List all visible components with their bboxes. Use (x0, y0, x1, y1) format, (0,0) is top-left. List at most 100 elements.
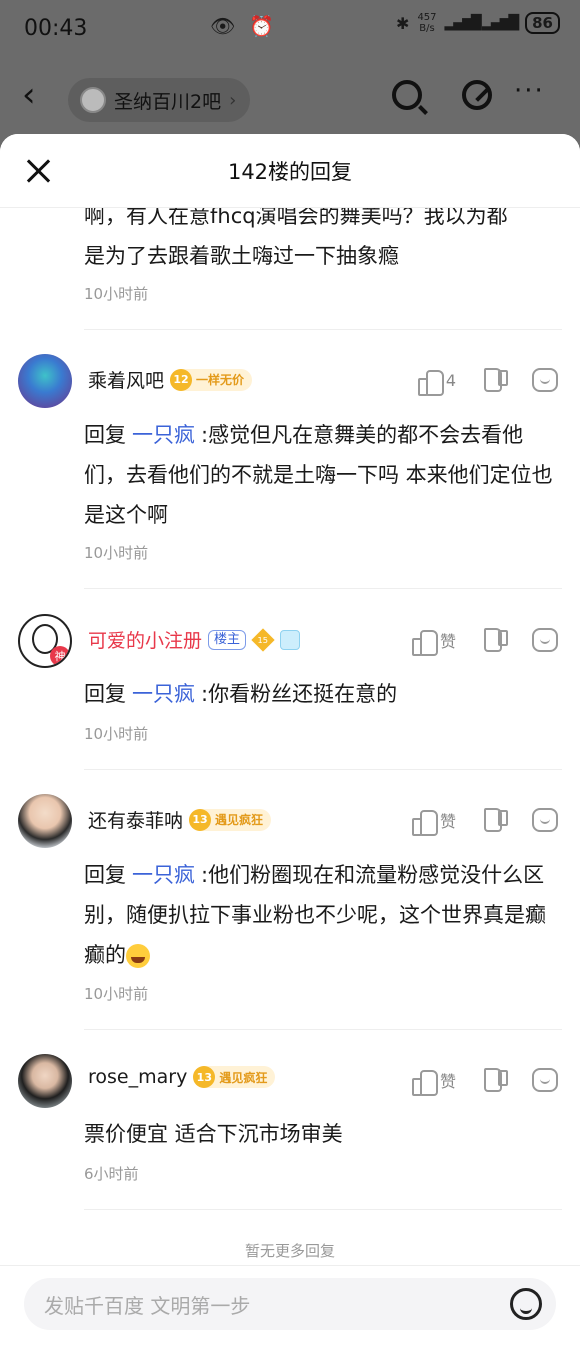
speed-value: 457 (417, 12, 437, 23)
comment-time: 10小时前 (84, 544, 149, 562)
comment-username[interactable]: 乘着风吧 12 一样无价 (88, 366, 253, 393)
dislike-button[interactable] (482, 628, 508, 652)
comment-body: 回复 一只疯:他们粉圈现在和流量粉感觉没什么区别，随便扒拉下事业粉也不少呢，这个世… (84, 855, 558, 975)
thumbs-up-icon (411, 808, 438, 836)
comment-icon (532, 628, 558, 652)
divider (84, 1029, 562, 1030)
comment-actions: 赞 (386, 1068, 558, 1096)
comment-text: :你看粉丝还挺在意的 (201, 682, 398, 706)
forum-header: ‹ 圣纳百川2吧 › ··· (0, 62, 580, 132)
reply-input-bar: 发贴千百度 文明第一步 (0, 1265, 580, 1345)
avatar[interactable] (18, 1054, 72, 1108)
like-button[interactable]: 4 (417, 368, 456, 396)
comment-actions: 赞 (386, 808, 558, 836)
comment-icon (532, 1068, 558, 1092)
divider (84, 329, 562, 330)
level-number: 12 (170, 368, 193, 391)
forum-avatar (80, 87, 106, 113)
comment-time: 10小时前 (84, 985, 149, 1003)
mention-link[interactable]: 一只疯 (132, 863, 195, 887)
comment-body: 回复 一只疯:感觉但凡在意舞美的都不会去看他们，去看他们的不就是土嗨一下吗 本来他… (84, 415, 558, 535)
username-text: 还有泰菲呐 (88, 810, 184, 832)
network-speed: 457 B/s (417, 12, 436, 34)
search-icon[interactable] (392, 80, 422, 110)
comment-username[interactable]: 可爱的小注册 楼主 15 (88, 626, 301, 653)
bluetooth-icon: ✱ (396, 13, 410, 33)
level-number: 13 (193, 1066, 216, 1088)
emoji-icon[interactable] (510, 1288, 542, 1320)
eye-icon: 👁 (210, 14, 236, 38)
reply-button[interactable] (532, 368, 558, 392)
thumbs-down-icon (482, 808, 508, 832)
back-icon[interactable]: ‹ (22, 78, 36, 112)
laughing-emoji-icon (126, 944, 150, 968)
chevron-right-icon: › (229, 89, 237, 111)
comment-icon (532, 368, 558, 392)
like-button[interactable]: 赞 (411, 1068, 456, 1096)
reply-button[interactable] (532, 1068, 558, 1092)
status-time: 00:43 (24, 15, 88, 41)
forum-name: 圣纳百川2吧 (114, 90, 222, 113)
level-badge: 12 一样无价 (170, 368, 253, 391)
username-text: 可爱的小注册 (88, 630, 203, 652)
thumbs-down-icon (482, 1068, 508, 1092)
sheet-header-overlay: 142楼的回复 (0, 134, 580, 208)
reply-list: 啊，有人在意fhcq演唱会的舞美吗？我以为都 是为了去跟着歌土嗨过一下抽象瘾 1… (0, 134, 580, 1264)
no-more-replies: 暂无更多回复 (244, 1242, 335, 1260)
like-button[interactable]: 赞 (411, 628, 456, 656)
comment-body: 票价便宜 适合下沉市场审美 (84, 1122, 343, 1146)
level-title: 遇见疯狂 (215, 813, 264, 827)
reply-input[interactable]: 发贴千百度 文明第一步 (24, 1278, 556, 1330)
reply-button[interactable] (532, 808, 558, 832)
comment-actions: 4 (392, 368, 558, 396)
truncated-line-2: 是为了去跟着歌土嗨过一下抽象瘾 (84, 244, 399, 268)
avatar-badge: 神 (50, 646, 70, 666)
like-label: 赞 (439, 632, 456, 651)
comment-time: 10小时前 (84, 285, 149, 303)
thumbs-down-icon (482, 628, 508, 652)
divider (84, 588, 562, 589)
avatar[interactable] (18, 794, 72, 848)
avatar[interactable]: 神 (18, 614, 72, 668)
level-title: 遇见疯狂 (219, 1070, 268, 1085)
level-badge: 15 (251, 627, 275, 652)
like-count: 4 (445, 370, 456, 390)
level-number: 13 (189, 808, 212, 831)
more-icon[interactable]: ··· (514, 76, 545, 106)
reply-prefix: 回复 (84, 423, 126, 447)
comment-username[interactable]: 还有泰菲呐 13 遇见疯狂 (88, 806, 272, 833)
thumbs-up-icon (411, 1068, 438, 1096)
reply-prefix: 回复 (84, 682, 126, 706)
divider (84, 769, 562, 770)
dislike-button[interactable] (482, 1068, 508, 1092)
thumbs-down-icon (482, 368, 508, 392)
signal-icon: ▂▄▆█ ▂▄▆█ (444, 15, 520, 31)
comment-time: 6小时前 (84, 1165, 139, 1183)
input-placeholder: 发贴千百度 文明第一步 (44, 1293, 251, 1318)
forum-pill[interactable]: 圣纳百川2吧 › (68, 78, 251, 122)
comment-username[interactable]: rose_mary 13 遇见疯狂 (88, 1066, 276, 1088)
diamond-icon (280, 629, 301, 650)
level-title: 一样无价 (196, 373, 245, 387)
reply-prefix: 回复 (84, 863, 126, 887)
level-badge: 13 遇见疯狂 (189, 808, 272, 831)
edit-icon[interactable] (462, 80, 492, 110)
owner-tag: 楼主 (208, 629, 247, 650)
like-label: 赞 (439, 1072, 456, 1091)
truncated-comment-text: 啊，有人在意fhcq演唱会的舞美吗？我以为都 是为了去跟着歌土嗨过一下抽象瘾 (84, 196, 558, 276)
comment-body: 回复 一只疯:你看粉丝还挺在意的 (84, 674, 558, 714)
dislike-button[interactable] (482, 368, 508, 392)
dislike-button[interactable] (482, 808, 508, 832)
battery-indicator: 86 (525, 12, 560, 34)
like-button[interactable]: 赞 (411, 808, 456, 836)
mention-link[interactable]: 一只疯 (132, 423, 195, 447)
comment-icon (532, 808, 558, 832)
thumbs-up-icon (411, 628, 438, 656)
reply-button[interactable] (532, 628, 558, 652)
avatar[interactable] (18, 354, 72, 408)
level-number: 15 (257, 634, 269, 645)
alarm-icon: ⏰ (249, 14, 275, 38)
username-text: 乘着风吧 (88, 370, 165, 392)
speed-unit: B/s (419, 23, 435, 34)
mention-link[interactable]: 一只疯 (132, 682, 195, 706)
